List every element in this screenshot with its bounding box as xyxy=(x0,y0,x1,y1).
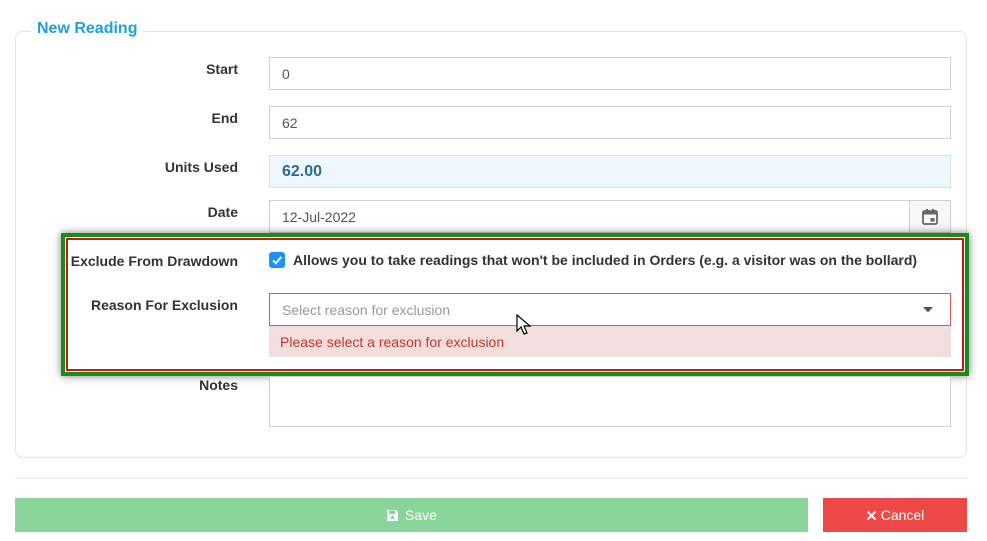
date-value: 12-Jul-2022 xyxy=(282,208,356,225)
units-used-field: 62.00 xyxy=(269,155,951,188)
save-button[interactable]: Save xyxy=(15,498,808,532)
mouse-cursor-icon xyxy=(516,314,532,335)
cancel-button[interactable]: Cancel xyxy=(823,498,967,532)
floppy-disk-icon xyxy=(387,509,399,521)
start-label: Start xyxy=(206,61,238,77)
start-input[interactable]: 0 xyxy=(269,57,951,90)
date-picker-button[interactable] xyxy=(909,201,950,232)
close-icon xyxy=(866,510,876,520)
units-used-label: Units Used xyxy=(164,159,238,175)
calendar-icon xyxy=(922,208,938,225)
date-label: Date xyxy=(207,204,238,220)
end-label: End xyxy=(211,110,238,126)
save-label: Save xyxy=(405,507,437,523)
notes-textarea[interactable] xyxy=(269,376,951,427)
end-input[interactable]: 62 xyxy=(269,106,951,139)
highlight-box xyxy=(61,233,969,376)
divider xyxy=(15,478,967,479)
notes-label: Notes xyxy=(199,377,238,393)
fieldset-legend: New Reading xyxy=(31,20,144,38)
cancel-label: Cancel xyxy=(880,507,925,523)
date-input[interactable]: 12-Jul-2022 xyxy=(269,200,951,233)
